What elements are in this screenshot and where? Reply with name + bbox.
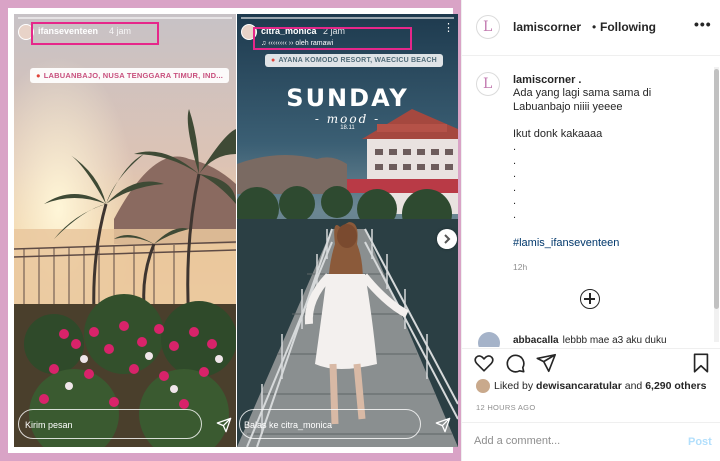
hashtag-link[interactable]: #lamis_ifanseventeen xyxy=(513,237,619,249)
caption-line: . xyxy=(513,141,517,153)
caption-text: Ada yang lagi sama sama di Labuanbajo ni… xyxy=(513,87,703,222)
liker-username[interactable]: dewisancaratular xyxy=(536,380,622,392)
caption-avatar[interactable]: L xyxy=(476,72,500,96)
location-pin-icon: ● xyxy=(36,71,41,80)
author-avatar[interactable]: L xyxy=(476,15,500,39)
following-button[interactable]: Following xyxy=(600,20,656,34)
more-options-icon[interactable]: ⋮ xyxy=(443,23,454,34)
more-options-icon[interactable]: ••• xyxy=(694,16,712,32)
highlight-box xyxy=(253,27,412,50)
add-comment-input[interactable] xyxy=(474,435,674,447)
location-pin-icon: ● xyxy=(271,57,276,64)
story-subtitle-text: - mood - xyxy=(314,112,381,126)
post-comment-button[interactable]: Post xyxy=(688,436,712,448)
story-date-text: 18.11 xyxy=(340,125,355,131)
share-icon[interactable] xyxy=(535,352,557,374)
comment-text: lebbb mae a3 aku duku xyxy=(562,335,667,346)
story-left: ifanseventeen 4 jam ● LABUANBAJO, NUSA TE… xyxy=(14,14,236,447)
highlight-box xyxy=(31,22,159,45)
post-timestamp: 12 HOURS AGO xyxy=(476,403,536,412)
author-username[interactable]: lamiscorner xyxy=(513,20,581,34)
caption-line: Ikut donk kakaaaa xyxy=(513,127,603,140)
caption-line: . xyxy=(513,154,517,167)
caption-line: . xyxy=(513,195,517,207)
comment-bar: Post xyxy=(462,422,720,461)
story-right: citra_monica 2 jam ♫ ‹‹‹‹‹‹‹‹ ›› oleh ra… xyxy=(237,14,458,447)
boardwalk-photo xyxy=(237,14,458,447)
caption-line: . xyxy=(513,168,517,180)
likes-prefix: Liked by xyxy=(494,379,537,392)
post-detail-panel: L lamiscorner • Following ••• L lamiscor… xyxy=(461,0,720,461)
comments-scroll-area[interactable]: L lamiscorner . Ada yang lagi sama sama … xyxy=(462,57,720,347)
location-sticker[interactable]: ● AYANA KOMODO RESORT, WAECICU BEACH xyxy=(265,54,443,67)
comment-item: abbacalla lebbb mae a3 aku duku xyxy=(513,335,667,346)
caption-timestamp: 12h xyxy=(513,262,528,272)
post-image: ifanseventeen 4 jam ● LABUANBAJO, NUSA TE… xyxy=(0,0,461,461)
location-text: LABUANBAJO, NUSA TENGGARA TIMUR, IND... xyxy=(43,71,224,80)
caption-username[interactable]: lamiscorner . xyxy=(513,74,581,86)
caption-line: . xyxy=(513,208,517,221)
caption-line xyxy=(513,114,703,128)
liker-avatar[interactable] xyxy=(476,379,490,393)
story-title-text: SUNDAY xyxy=(286,84,409,112)
likes-middle: and xyxy=(621,379,646,392)
send-icon[interactable] xyxy=(216,417,232,433)
likes-summary: Liked by dewisancaratular and 6,290 othe… xyxy=(476,379,706,395)
load-more-comments-icon[interactable] xyxy=(580,289,600,309)
caption-line: . xyxy=(513,181,517,194)
header-separator: • xyxy=(592,20,597,34)
scrollbar-thumb[interactable] xyxy=(714,69,719,309)
story-collage: ifanseventeen 4 jam ● LABUANBAJO, NUSA TE… xyxy=(8,8,458,453)
location-text: AYANA KOMODO RESORT, WAECICU BEACH xyxy=(278,57,437,64)
brand-logo-icon: L xyxy=(483,19,493,35)
bookmark-icon[interactable] xyxy=(690,352,712,374)
post-header: L lamiscorner • Following ••• xyxy=(462,0,720,56)
story-reply-input[interactable]: Balas ke citra_monica xyxy=(239,409,421,439)
next-arrow-icon[interactable] xyxy=(437,229,457,249)
caption-line: Labuanbajo niiii yeeee xyxy=(513,100,623,113)
send-icon[interactable] xyxy=(435,417,451,433)
story-progress-bar xyxy=(241,17,454,19)
story-reply-input[interactable]: Kirim pesan xyxy=(18,409,202,439)
story-progress-bar xyxy=(18,17,232,19)
heart-icon[interactable] xyxy=(473,352,495,374)
caption-line: Ada yang lagi sama sama di xyxy=(513,87,652,99)
comment-icon[interactable] xyxy=(504,352,526,374)
location-sticker[interactable]: ● LABUANBAJO, NUSA TENGGARA TIMUR, IND... xyxy=(30,68,230,83)
action-bar xyxy=(462,348,720,378)
brand-logo-icon: L xyxy=(483,76,493,92)
commenter-username[interactable]: abbacalla xyxy=(513,335,559,346)
likes-count[interactable]: 6,290 others xyxy=(645,380,706,392)
commenter-avatar[interactable] xyxy=(478,332,500,347)
